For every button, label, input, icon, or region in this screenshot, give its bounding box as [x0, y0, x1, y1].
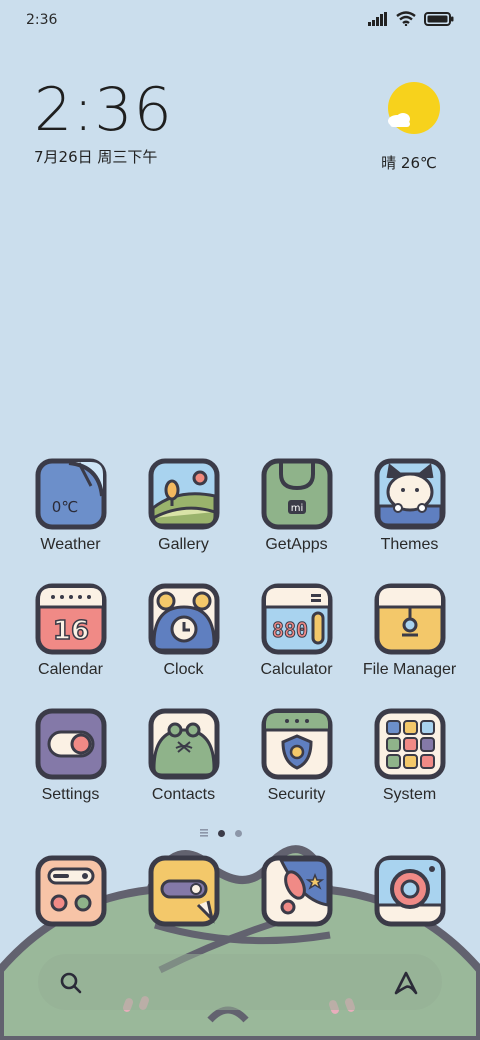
weather-icon: 0℃: [35, 458, 106, 530]
file-manager-icon: [374, 583, 445, 655]
dock-phone[interactable]: [14, 855, 127, 927]
app-label-system: System: [382, 786, 437, 803]
battery-icon: [424, 11, 454, 26]
page-dot: [235, 829, 242, 837]
widget-time: 2:36: [34, 75, 173, 145]
app-calendar[interactable]: 16 Calendar: [14, 583, 127, 679]
app-contacts[interactable]: Contacts: [127, 708, 240, 804]
app-security[interactable]: Security: [240, 708, 353, 804]
app-file-manager[interactable]: File Manager: [353, 583, 466, 679]
app-clock[interactable]: Clock: [127, 583, 240, 679]
status-time: 2:36: [26, 12, 58, 28]
settings-icon: [35, 708, 106, 780]
search-icon[interactable]: [60, 972, 82, 994]
clock-widget[interactable]: 2:36 7月26日 周三下午: [34, 78, 173, 167]
page-list-icon: [200, 829, 208, 837]
app-label-gallery: Gallery: [158, 536, 209, 553]
calendar-icon: 16: [35, 583, 106, 655]
calendar-day: 16: [52, 616, 88, 646]
app-label-settings: Settings: [41, 786, 100, 803]
dock-messages[interactable]: [127, 855, 240, 927]
wifi-icon: [396, 11, 416, 26]
browser-icon: [261, 855, 332, 927]
app-label-clock: Clock: [163, 661, 204, 678]
weather-widget[interactable]: 晴 26℃: [381, 82, 446, 173]
app-gallery[interactable]: Gallery: [127, 458, 240, 554]
app-label-calendar: Calendar: [38, 661, 103, 678]
status-icons: [368, 11, 454, 26]
weather-text: 晴 26℃: [381, 154, 437, 172]
camera-icon: [374, 855, 445, 927]
app-label-themes: Themes: [380, 536, 439, 553]
app-themes[interactable]: Themes: [353, 458, 466, 554]
system-folder-icon: [374, 708, 445, 780]
app-label-file-manager: File Manager: [362, 661, 457, 678]
app-getapps[interactable]: mi GetApps: [240, 458, 353, 554]
calculator-digits: 880: [271, 618, 307, 642]
app-label-getapps: GetApps: [265, 536, 328, 553]
dock-browser[interactable]: [240, 855, 353, 927]
calculator-icon: 880: [261, 583, 332, 655]
dock-camera[interactable]: [353, 855, 466, 927]
getapps-icon: mi: [261, 458, 332, 530]
signal-icon: [368, 11, 387, 26]
gallery-icon: [148, 458, 219, 530]
themes-icon: [374, 458, 445, 530]
app-settings[interactable]: Settings: [14, 708, 127, 804]
search-bar[interactable]: [38, 954, 442, 1010]
app-weather[interactable]: 0℃ Weather: [14, 458, 127, 554]
security-icon: [261, 708, 332, 780]
app-system-folder[interactable]: System: [353, 708, 466, 804]
messages-icon: [148, 855, 219, 927]
app-label-weather: Weather: [40, 536, 101, 553]
app-label-contacts: Contacts: [151, 786, 216, 803]
app-calculator[interactable]: 880 Calculator: [240, 583, 353, 679]
app-label-calculator: Calculator: [260, 661, 333, 678]
sunny-cloud-icon: [388, 82, 440, 134]
app-label-security: Security: [267, 786, 326, 803]
weather-icon-temp: 0℃: [51, 498, 77, 516]
widget-date: 7月26日 周三下午: [34, 148, 158, 166]
phone-icon: [35, 855, 106, 927]
assistant-icon[interactable]: [392, 969, 420, 995]
contacts-icon: [148, 708, 219, 780]
clock-icon: [148, 583, 219, 655]
getapps-logo: mi: [290, 503, 303, 514]
page-dot-active: [218, 829, 225, 837]
status-bar: 2:36: [0, 0, 480, 42]
page-indicator[interactable]: [200, 829, 242, 837]
